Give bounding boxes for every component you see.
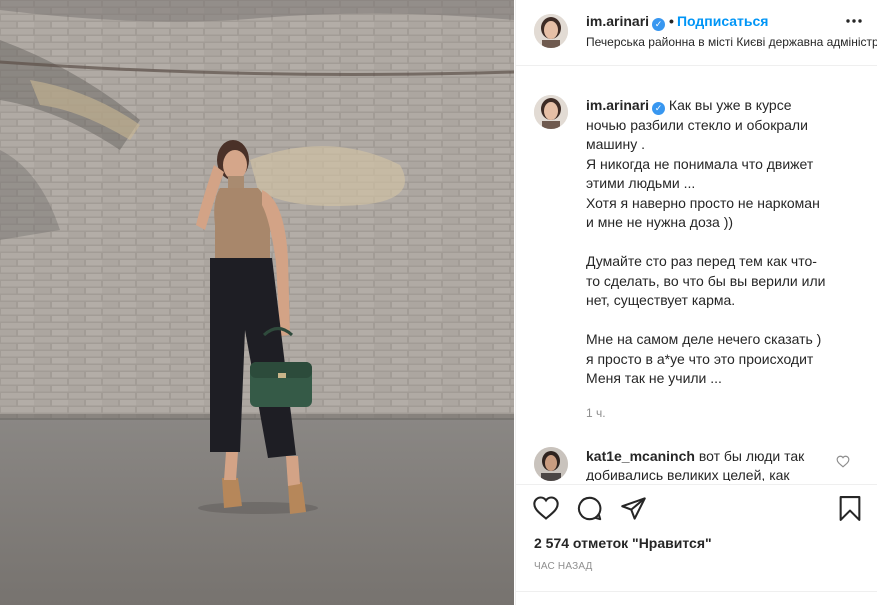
caption-username[interactable]: im.arinari [586, 97, 649, 113]
avatar-image [534, 447, 568, 481]
caption-line: нет, существует карма. [586, 292, 736, 308]
separator-dot: • [669, 13, 674, 29]
post-caption: im.arinari ✓ Как вы уже в курсе ночью раз… [586, 96, 854, 389]
bookmark-icon [839, 496, 861, 521]
author-avatar[interactable] [534, 14, 568, 48]
heart-icon [533, 496, 559, 520]
caption-line: Как вы уже в курсе [668, 97, 792, 113]
caption-line: Меня так не учили ... [586, 370, 722, 386]
likes-count[interactable]: 2 574 отметок "Нравится" [534, 535, 712, 551]
caption-line: я просто в а*уе что это происходит [586, 350, 814, 367]
post-header: im.arinari ✓ • Подписаться Печерська районн… [516, 0, 877, 66]
caption-line: машину . [586, 136, 645, 152]
caption-line: то сделать, во что бы вы верили или [586, 272, 826, 289]
comment-like-icon[interactable] [836, 455, 850, 473]
comment-icon [577, 496, 602, 521]
share-icon [621, 497, 646, 520]
more-options-icon[interactable] [846, 14, 862, 29]
share-button[interactable] [620, 495, 647, 527]
avatar-image [534, 95, 568, 129]
caption-line: Думайте сто раз перед тем как что- [586, 253, 817, 269]
caption-timestamp[interactable]: 1 ч. [586, 406, 606, 420]
caption-first-line: im.arinari ✓ Как вы уже в курсе [586, 96, 854, 116]
commenter-avatar[interactable] [534, 447, 568, 481]
comment-button[interactable] [576, 495, 603, 527]
divider [516, 591, 877, 592]
heart-outline-small-icon [836, 455, 850, 468]
header-username-row: im.arinari ✓ • Подписаться [586, 13, 768, 31]
like-button[interactable] [532, 495, 560, 526]
caption-author-avatar[interactable] [534, 95, 568, 129]
post-actions-bar: 2 574 отметок "Нравится" ЧАС НАЗАД [516, 484, 877, 606]
caption-line: этими людьми ... [586, 175, 696, 191]
post-timestamp[interactable]: ЧАС НАЗАД [534, 561, 593, 572]
post-location[interactable]: Печерська районна в місті Києві державна… [586, 35, 877, 49]
follow-button[interactable]: Подписаться [677, 13, 769, 29]
verified-icon: ✓ [652, 102, 666, 115]
caption-line: Мне на самом деле нечего сказать ) [586, 331, 822, 347]
avatar-image [534, 14, 568, 48]
caption-line: ночью разбили стекло и обокрали [586, 116, 808, 133]
comment-username[interactable]: kat1e_mcaninch [586, 448, 695, 464]
more-dots-icon [846, 19, 862, 23]
caption-line: и мне не нужна доза )) [586, 214, 734, 230]
post-image [0, 0, 514, 605]
author-username[interactable]: im.arinari [586, 13, 649, 29]
caption-line: Хотя я наверно просто не наркоман [586, 194, 820, 211]
post-details-panel: im.arinari ✓ • Подписаться Печерська районн… [515, 0, 877, 605]
caption-line: Я никогда не понимала что движет [586, 155, 814, 172]
save-button[interactable] [838, 495, 862, 527]
comment-item: kat1e_mcaninch вот бы люди так добивалис… [586, 447, 841, 481]
post-photo[interactable] [0, 0, 514, 605]
verified-icon: ✓ [652, 18, 666, 31]
